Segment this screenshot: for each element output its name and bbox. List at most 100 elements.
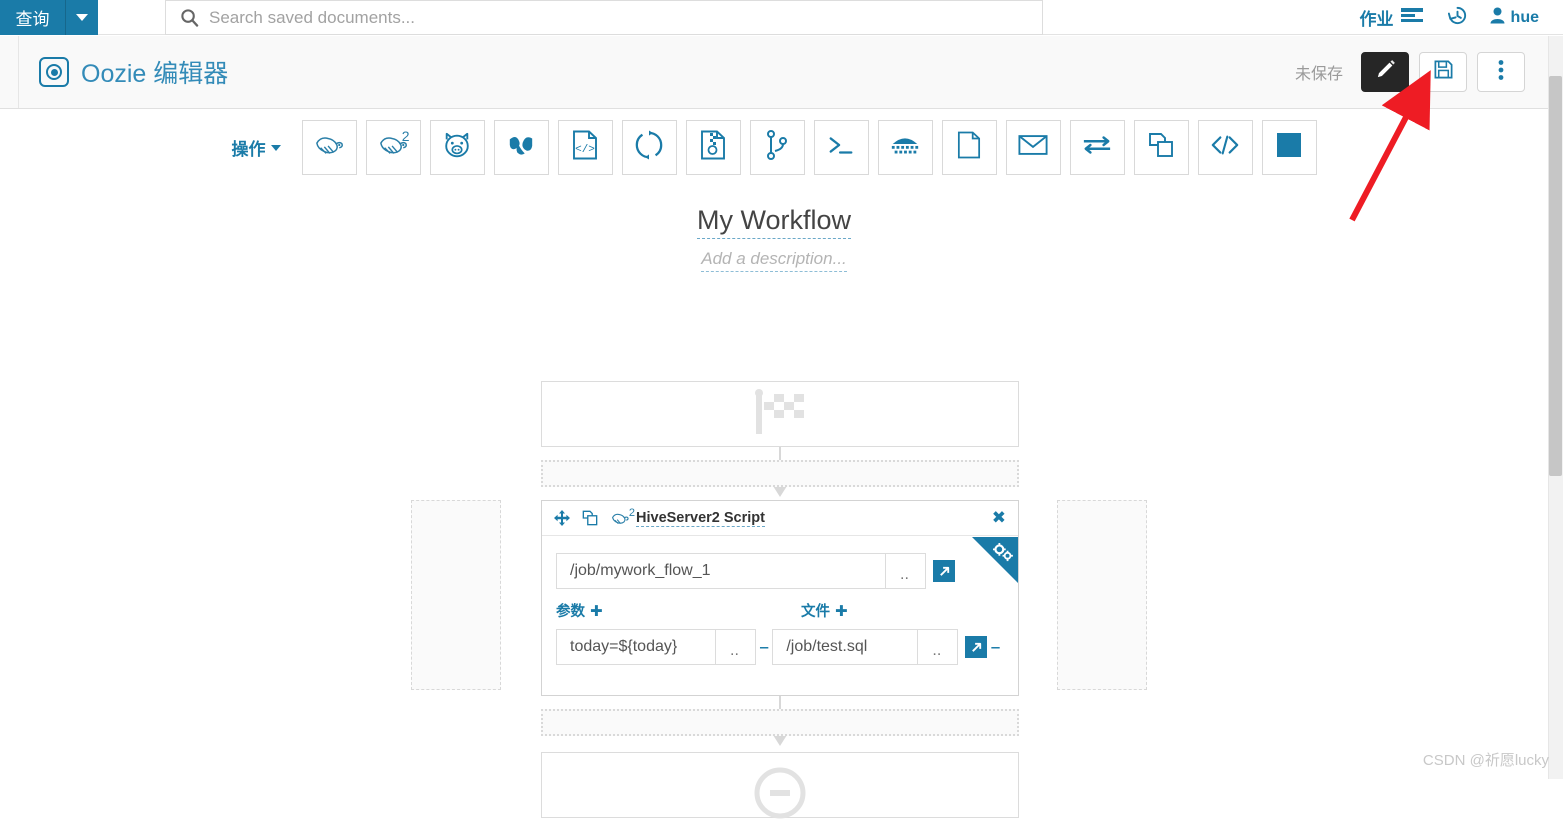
dropzone-right[interactable] — [1057, 500, 1147, 690]
watermark-text: CSDN @祈愿lucky — [1423, 749, 1549, 770]
history-icon — [1447, 5, 1468, 31]
floppy-save-icon — [1433, 59, 1454, 85]
hiveserver2-badge: 2 — [402, 128, 410, 144]
pig-icon — [442, 130, 472, 165]
toolbar-distcp-action[interactable] — [750, 120, 805, 175]
toolbar-hive-action[interactable] — [302, 120, 357, 175]
zip-document-icon — [700, 130, 726, 165]
dropzone-bottom[interactable] — [541, 709, 1019, 736]
header-actions: 未保存 — [1295, 36, 1525, 108]
toolbar-shell-action[interactable] — [814, 120, 869, 175]
dropzone-left[interactable] — [411, 500, 501, 690]
more-options-button[interactable] — [1477, 52, 1525, 92]
script-path-external-button[interactable] — [933, 560, 955, 582]
toolbar-subworkflow-action[interactable] — [1134, 120, 1189, 175]
file-input[interactable] — [773, 630, 917, 664]
page-title: Oozie 编辑器 — [81, 54, 228, 90]
workflow-description[interactable]: Add a description... — [701, 249, 847, 272]
sqoop-bird-icon — [506, 131, 536, 164]
toolbar-spark-action[interactable] — [686, 120, 741, 175]
workflow-title-area: My Workflow Add a description... — [0, 205, 1548, 272]
action-node-hiveserver2[interactable]: 2 HiveServer2 Script ✖ — [541, 500, 1019, 696]
checkered-flag-icon — [752, 388, 808, 441]
toolbar-generic-action[interactable] — [1198, 120, 1253, 175]
script-path-field[interactable]: .. — [556, 553, 926, 589]
pencil-icon — [1375, 59, 1396, 85]
script-path-input[interactable] — [557, 554, 885, 588]
script-path-browse-button[interactable]: .. — [885, 554, 923, 588]
query-button-label: 查询 — [16, 5, 50, 30]
end-node[interactable] — [541, 752, 1019, 818]
connector-arrowhead — [773, 486, 787, 497]
search-bar[interactable] — [165, 0, 1043, 35]
start-node[interactable] — [541, 381, 1019, 447]
params-label-group[interactable]: 参数 ✚ — [556, 600, 801, 621]
search-icon — [180, 8, 199, 27]
files-label-group[interactable]: 文件 ✚ — [801, 600, 848, 621]
save-status-label: 未保存 — [1295, 60, 1343, 84]
jobs-label: 作业 — [1360, 5, 1394, 30]
subfield-labels-row: 参数 ✚ 文件 ✚ — [556, 600, 1004, 621]
toolbar-kill-action[interactable] — [1262, 120, 1317, 175]
edit-button[interactable] — [1361, 52, 1409, 92]
toolbar-fs-action[interactable] — [942, 120, 997, 175]
toolbar-pig-action[interactable] — [430, 120, 485, 175]
move-cross-icon[interactable] — [554, 510, 570, 526]
toolbar-sqoop-action[interactable] — [494, 120, 549, 175]
git-branch-icon — [765, 130, 789, 165]
user-menu[interactable]: hue — [1490, 7, 1539, 29]
workflow-name[interactable]: My Workflow — [697, 205, 851, 239]
plus-icon[interactable]: ✚ — [590, 602, 603, 620]
list-icon — [1401, 7, 1423, 28]
vertical-scrollbar-track[interactable] — [1548, 36, 1563, 779]
action-node-title[interactable]: HiveServer2 Script — [636, 510, 765, 527]
save-button[interactable] — [1419, 52, 1467, 92]
chevron-down-icon — [76, 14, 88, 21]
toolbar-ssh-action[interactable] — [878, 120, 933, 175]
oozie-target-icon — [39, 57, 69, 87]
param-browse-button[interactable]: .. — [715, 630, 753, 664]
toolbar-hiveserver2-action[interactable]: 2 — [366, 120, 421, 175]
toolbar-mapreduce-action[interactable] — [622, 120, 677, 175]
connector-arrowhead — [773, 735, 787, 746]
jobs-link[interactable]: 作业 — [1360, 5, 1423, 30]
filled-square-icon — [1276, 132, 1302, 163]
actions-dropdown[interactable]: 操作 — [232, 135, 281, 160]
hive-bee-icon — [313, 131, 345, 164]
files-label: 文件 — [801, 600, 830, 621]
workflow-canvas: 2 HiveServer2 Script ✖ — [0, 340, 1548, 779]
file-external-button[interactable] — [965, 636, 987, 658]
file-remove-icon[interactable]: ‒ — [991, 639, 999, 656]
query-button[interactable]: 查询 — [0, 0, 66, 35]
toolbar-java-action[interactable]: </> — [558, 120, 613, 175]
dropzone-top[interactable] — [541, 460, 1019, 487]
history-button[interactable] — [1447, 5, 1468, 31]
query-dropdown-toggle[interactable] — [66, 0, 98, 35]
app-header-title-group: Oozie 编辑器 — [18, 36, 228, 108]
file-field[interactable]: .. — [772, 629, 958, 665]
toolbar-streaming-action[interactable] — [1070, 120, 1125, 175]
copy-pages-icon[interactable] — [582, 510, 598, 526]
param-remove-icon[interactable]: ‒ — [760, 639, 768, 656]
actions-dropdown-label: 操作 — [232, 135, 266, 160]
close-x-icon[interactable]: ✖ — [992, 508, 1006, 528]
plus-icon[interactable]: ✚ — [835, 602, 848, 620]
svg-text:</>: </> — [575, 144, 595, 156]
code-document-icon: </> — [572, 130, 598, 165]
param-input[interactable] — [557, 630, 715, 664]
top-navbar: 查询 作业 — [0, 0, 1563, 35]
params-label: 参数 — [556, 600, 585, 621]
app-header: Oozie 编辑器 未保存 — [0, 36, 1548, 109]
toolbar-email-action[interactable] — [1006, 120, 1061, 175]
action-node-body: .. 参数 ✚ 文件 ✚ — [542, 536, 1018, 665]
param-field[interactable]: .. — [556, 629, 756, 665]
hiveserver2-badge: 2 — [629, 507, 635, 519]
vertical-scrollbar-thumb[interactable] — [1549, 76, 1562, 476]
keyboard-icon — [889, 133, 921, 162]
action-node-header: 2 HiveServer2 Script ✖ — [542, 501, 1018, 536]
search-input[interactable] — [209, 8, 1009, 28]
file-browse-button[interactable]: .. — [917, 630, 955, 664]
hive-bee-icon: 2 — [610, 510, 630, 527]
params-files-row: .. ‒ .. ‒ — [556, 629, 1004, 665]
copy-pages-icon — [1147, 131, 1175, 164]
